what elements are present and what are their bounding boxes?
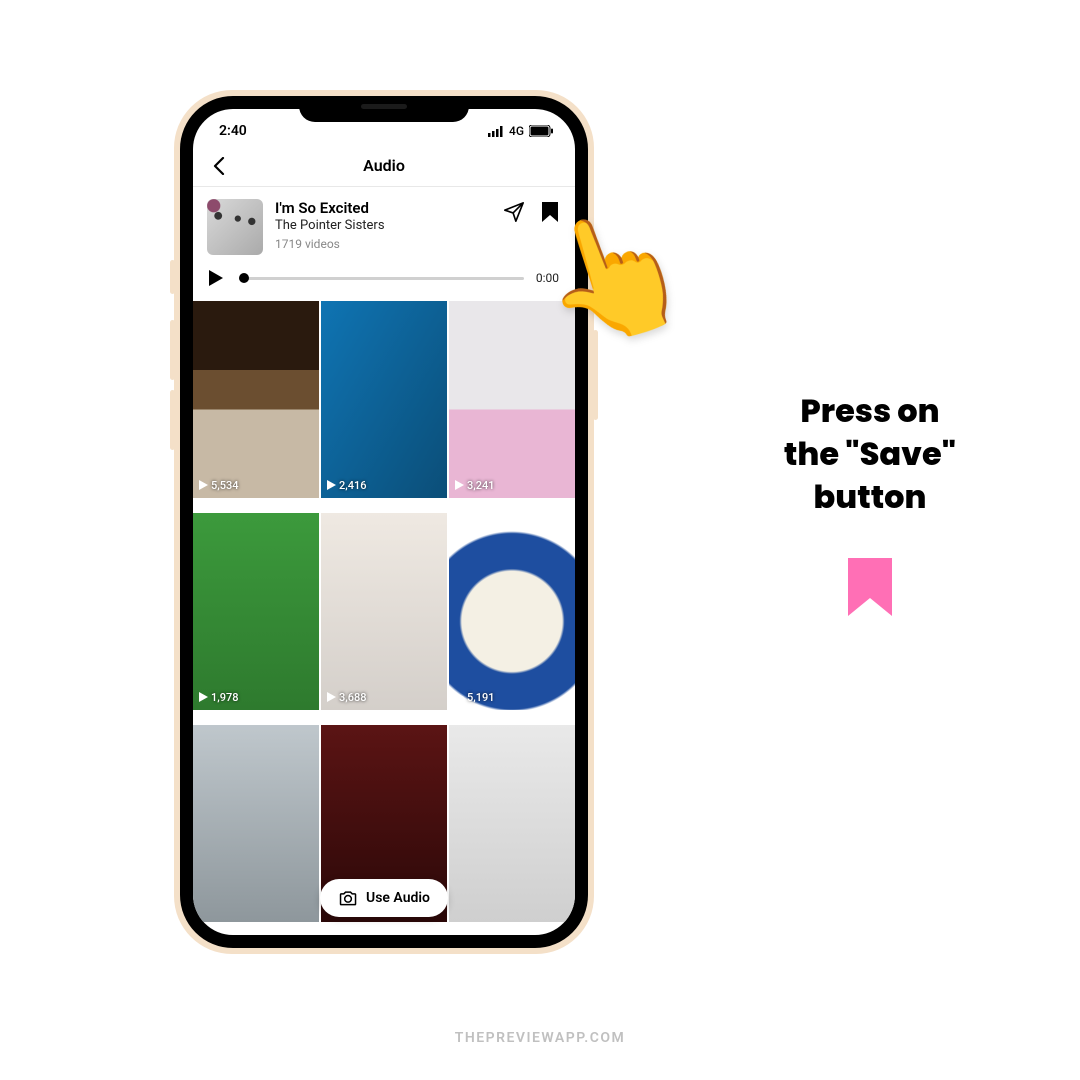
battery-icon — [529, 125, 553, 137]
play-count: 3,688 — [327, 691, 366, 704]
phone-side-button — [170, 390, 175, 450]
share-button[interactable] — [503, 201, 525, 223]
use-audio-label: Use Audio — [366, 890, 430, 906]
paper-plane-icon — [503, 201, 525, 223]
track-title: I'm So Excited — [275, 199, 491, 217]
play-count: 2,416 — [327, 479, 366, 492]
signal-icon — [488, 126, 504, 137]
video-thumbnail[interactable]: 5,191 — [449, 513, 575, 710]
play-icon — [455, 692, 464, 702]
instruction-text: Press on the "Save" button — [740, 390, 1000, 520]
video-thumbnail[interactable] — [449, 725, 575, 922]
instruction-block: Press on the "Save" button — [740, 390, 1000, 616]
play-icon — [455, 480, 464, 490]
video-thumbnail[interactable]: 3,688 — [321, 513, 447, 710]
video-grid: 5,534 2,416 3,241 — [193, 301, 575, 935]
play-icon — [209, 270, 223, 286]
status-network: 4G — [509, 124, 524, 138]
watermark: THEPREVIEWAPP.COM — [0, 1030, 1080, 1046]
play-icon — [199, 692, 208, 702]
back-button[interactable] — [207, 154, 231, 178]
artist-name[interactable]: The Pointer Sisters — [275, 218, 491, 233]
page-title: Audio — [363, 156, 405, 175]
nav-header: Audio — [193, 145, 575, 187]
play-count: 5,191 — [455, 691, 494, 704]
video-thumbnail[interactable]: 2,416 — [321, 301, 447, 498]
phone-frame: 2:40 4G Audio — [174, 90, 594, 954]
bookmark-icon — [846, 558, 894, 616]
video-thumbnail[interactable]: 5,534 — [193, 301, 319, 498]
play-count: 1,978 — [199, 691, 238, 704]
use-audio-button[interactable]: Use Audio — [320, 879, 448, 917]
camera-icon — [338, 888, 358, 908]
video-count: 1719 videos — [275, 237, 491, 251]
play-count: 5,534 — [199, 479, 238, 492]
play-icon — [327, 480, 336, 490]
audio-info: I'm So Excited The Pointer Sisters 1719 … — [193, 187, 575, 259]
video-thumbnail[interactable] — [193, 725, 319, 922]
phone-side-button — [170, 260, 175, 294]
phone-screen: 2:40 4G Audio — [193, 109, 575, 935]
phone-notch — [299, 96, 469, 122]
album-art[interactable] — [207, 199, 263, 255]
video-thumbnail[interactable]: 1,978 — [193, 513, 319, 710]
save-button[interactable] — [539, 201, 561, 223]
phone-side-button — [170, 320, 175, 380]
bookmark-icon — [541, 201, 559, 223]
play-button[interactable] — [209, 269, 227, 287]
play-icon — [327, 692, 336, 702]
play-icon — [199, 480, 208, 490]
audio-player: 0:00 — [193, 259, 575, 301]
status-time: 2:40 — [219, 123, 247, 139]
chevron-left-icon — [213, 157, 225, 175]
play-count: 3,241 — [455, 479, 494, 492]
progress-bar[interactable] — [239, 277, 524, 280]
